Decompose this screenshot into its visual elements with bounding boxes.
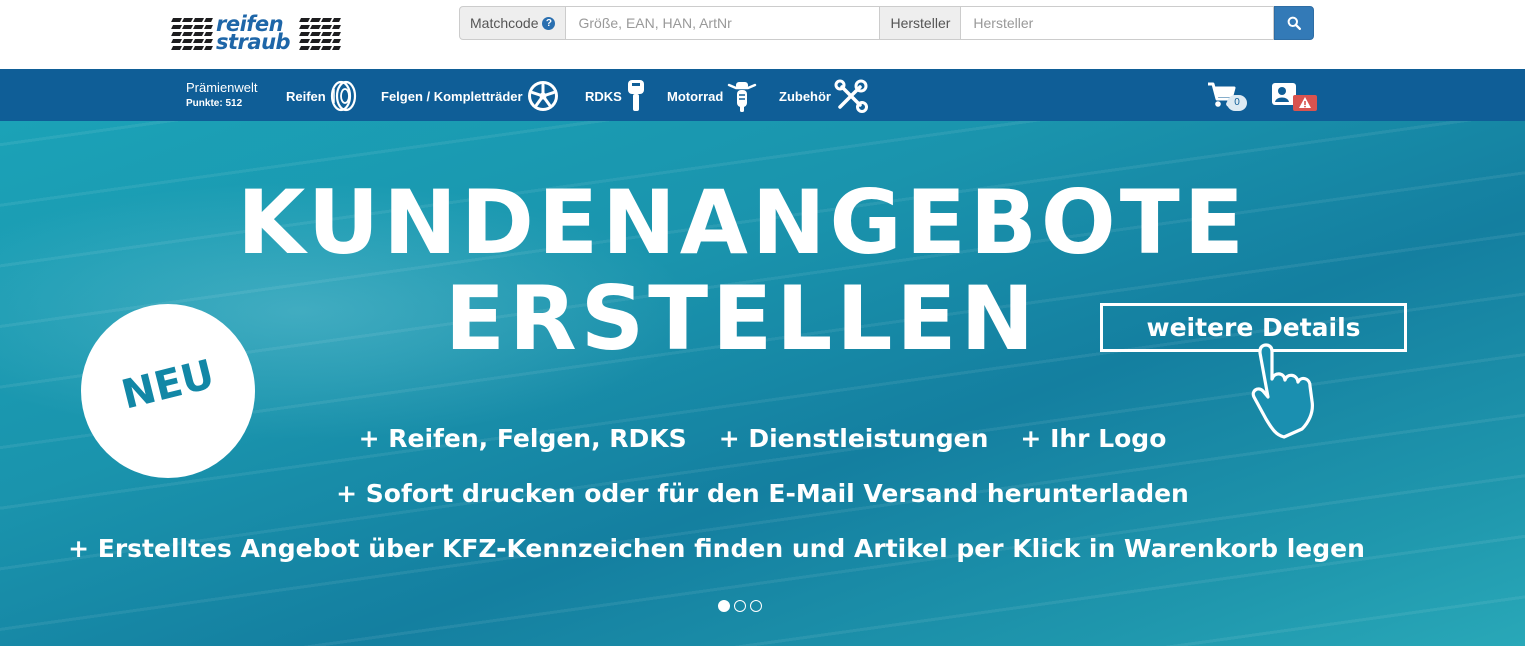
help-icon[interactable]: ? <box>542 16 556 30</box>
nav-item-label: Zubehör <box>779 88 831 104</box>
tire-icon <box>330 80 356 112</box>
nav-item-label: Motorrad <box>667 88 724 104</box>
nav-item-zubehoer[interactable]: Zubehör <box>779 79 868 113</box>
nav-item-reifen[interactable]: Reifen <box>286 79 357 113</box>
manufacturer-input[interactable] <box>961 6 1275 40</box>
warning-badge <box>1293 95 1317 111</box>
logo-word-2: straub <box>216 30 291 54</box>
new-badge-label: NEU <box>117 351 219 419</box>
cart-button[interactable]: 0 <box>1207 81 1251 113</box>
search-icon <box>1287 16 1302 30</box>
reifen-straub-logo[interactable]: reifen straub <box>171 14 342 54</box>
feature-row-3: + Erstelltes Angebot über KFZ-Kennzeiche… <box>68 534 1365 563</box>
search-button[interactable] <box>1274 6 1315 40</box>
matchcode-input[interactable] <box>566 6 880 40</box>
feature-row-2: + Sofort drucken oder für den E-Mail Ver… <box>336 479 1189 508</box>
praemienwelt-link[interactable]: Prämienwelt Punkte: 512 <box>186 80 258 109</box>
hero-banner[interactable]: KUNDENANGEBOTE ERSTELLEN NEU weitere Det… <box>0 121 1525 646</box>
nav-item-label: Felgen / Kompletträder <box>381 88 523 104</box>
account-button[interactable] <box>1271 81 1317 113</box>
carousel-dot-1[interactable] <box>718 600 730 612</box>
feature-row-1: + Reifen, Felgen, RDKS + Dienstleistungen… <box>0 424 1525 453</box>
tools-icon <box>834 79 868 113</box>
nav-item-motorrad[interactable]: Motorrad <box>667 79 758 113</box>
carousel-dot-2[interactable] <box>734 600 746 612</box>
praemienwelt-label: Prämienwelt <box>186 80 258 95</box>
logo-stripes-left <box>171 18 213 52</box>
matchcode-label-text: Matchcode <box>470 15 539 31</box>
main-nav: Prämienwelt Punkte: 512 Reifen Felgen / … <box>0 69 1525 121</box>
search-bar: Matchcode ? Hersteller <box>459 6 1315 40</box>
top-header: reifen straub Matchcode ? Hersteller <box>0 0 1525 69</box>
hero-title-line-1: KUNDENANGEBOTE <box>237 171 1248 274</box>
nav-item-felgen[interactable]: Felgen / Kompletträder <box>381 79 560 113</box>
manufacturer-label: Hersteller <box>879 6 962 40</box>
feature-item: + Ihr Logo <box>1020 424 1167 453</box>
valve-sensor-icon <box>627 80 644 111</box>
nav-item-rdks[interactable]: RDKS <box>585 79 647 113</box>
nav-item-label: Reifen <box>286 88 326 104</box>
points-label: Punkte: 512 <box>186 98 243 109</box>
warning-icon <box>1299 97 1311 108</box>
carousel-dot-3[interactable] <box>750 600 762 612</box>
rim-icon <box>527 81 558 111</box>
logo-stripes-right <box>299 18 341 52</box>
nav-item-label: RDKS <box>585 88 622 104</box>
feature-item: + Dienstleistungen <box>718 424 989 453</box>
matchcode-label: Matchcode ? <box>459 6 567 40</box>
feature-item: + Reifen, Felgen, RDKS <box>358 424 687 453</box>
carousel-indicators <box>718 600 766 612</box>
cart-count-badge: 0 <box>1227 95 1247 111</box>
motorcycle-icon <box>728 82 757 112</box>
